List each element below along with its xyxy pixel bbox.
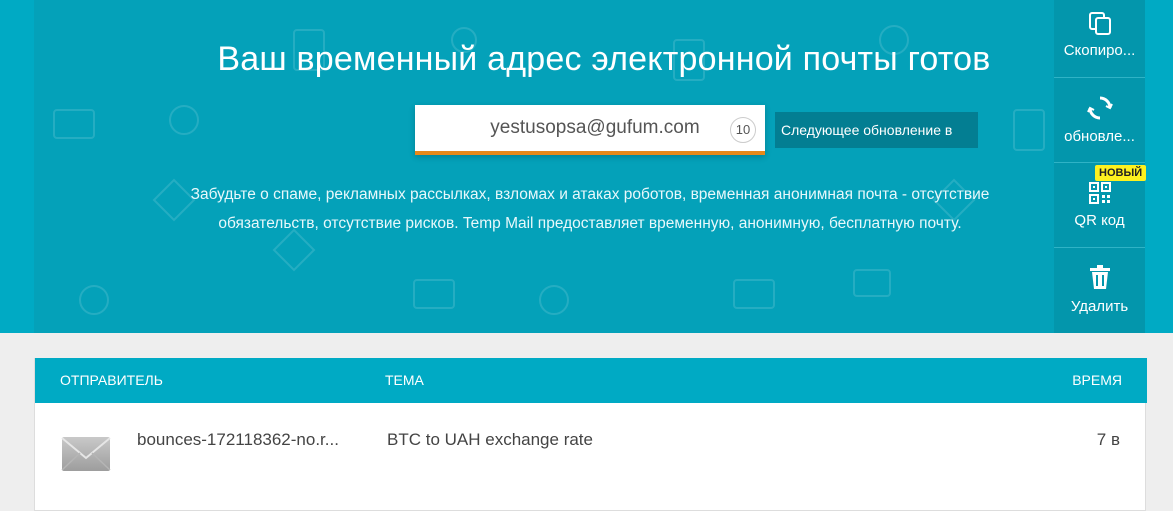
hero-section: Ваш временный адрес электронной почты го… [0,0,1173,333]
next-update-label: Следующее обновление в [775,112,978,148]
hero-description: Забудьте о спаме, рекламных рассылках, в… [190,186,990,232]
message-sender[interactable]: bounces-172118362-no.r... [137,430,357,450]
column-subject: ТЕМА [385,372,424,388]
new-badge: НОВЫЙ [1095,165,1147,181]
qr-code-label: QR код [1074,212,1125,229]
delete-button[interactable]: Удалить [1054,248,1145,333]
message-subject[interactable]: BTC to UAH exchange rate [387,430,593,450]
action-sidebar: Скопиро... обновле... НОВЫЙ QR код Удали… [1054,0,1147,333]
refresh-label: обновле... [1064,128,1135,145]
column-sender: ОТПРАВИТЕЛЬ [60,372,163,388]
envelope-icon [61,437,111,471]
copy-label: Скопиро... [1063,42,1136,59]
qr-code-button[interactable]: НОВЫЙ QR код [1054,163,1147,248]
inbox-header: ОТПРАВИТЕЛЬ ТЕМА ВРЕМЯ [35,358,1147,403]
delete-label: Удалить [1070,298,1129,315]
email-address-field[interactable]: yestusopsa@gufum.com 10 [415,105,765,155]
refresh-icon [1087,96,1113,120]
email-address[interactable]: yestusopsa@gufum.com [415,117,775,139]
column-time: ВРЕМЯ [1072,372,1122,388]
refresh-countdown: 10 [730,117,756,143]
copy-button[interactable]: Скопиро... [1054,0,1145,78]
table-row[interactable]: bounces-172118362-no.r... BTC to UAH exc… [35,403,1145,510]
trash-icon [1090,265,1110,289]
qr-code-icon [1089,182,1111,204]
page-title: Ваш временный адрес электронной почты го… [217,40,991,78]
refresh-button[interactable]: обновле... [1054,78,1145,163]
inbox-table: ОТПРАВИТЕЛЬ ТЕМА ВРЕМЯ bounces-172118362… [34,358,1147,511]
message-time: 7 в [1096,430,1120,449]
copy-icon [1089,12,1111,35]
